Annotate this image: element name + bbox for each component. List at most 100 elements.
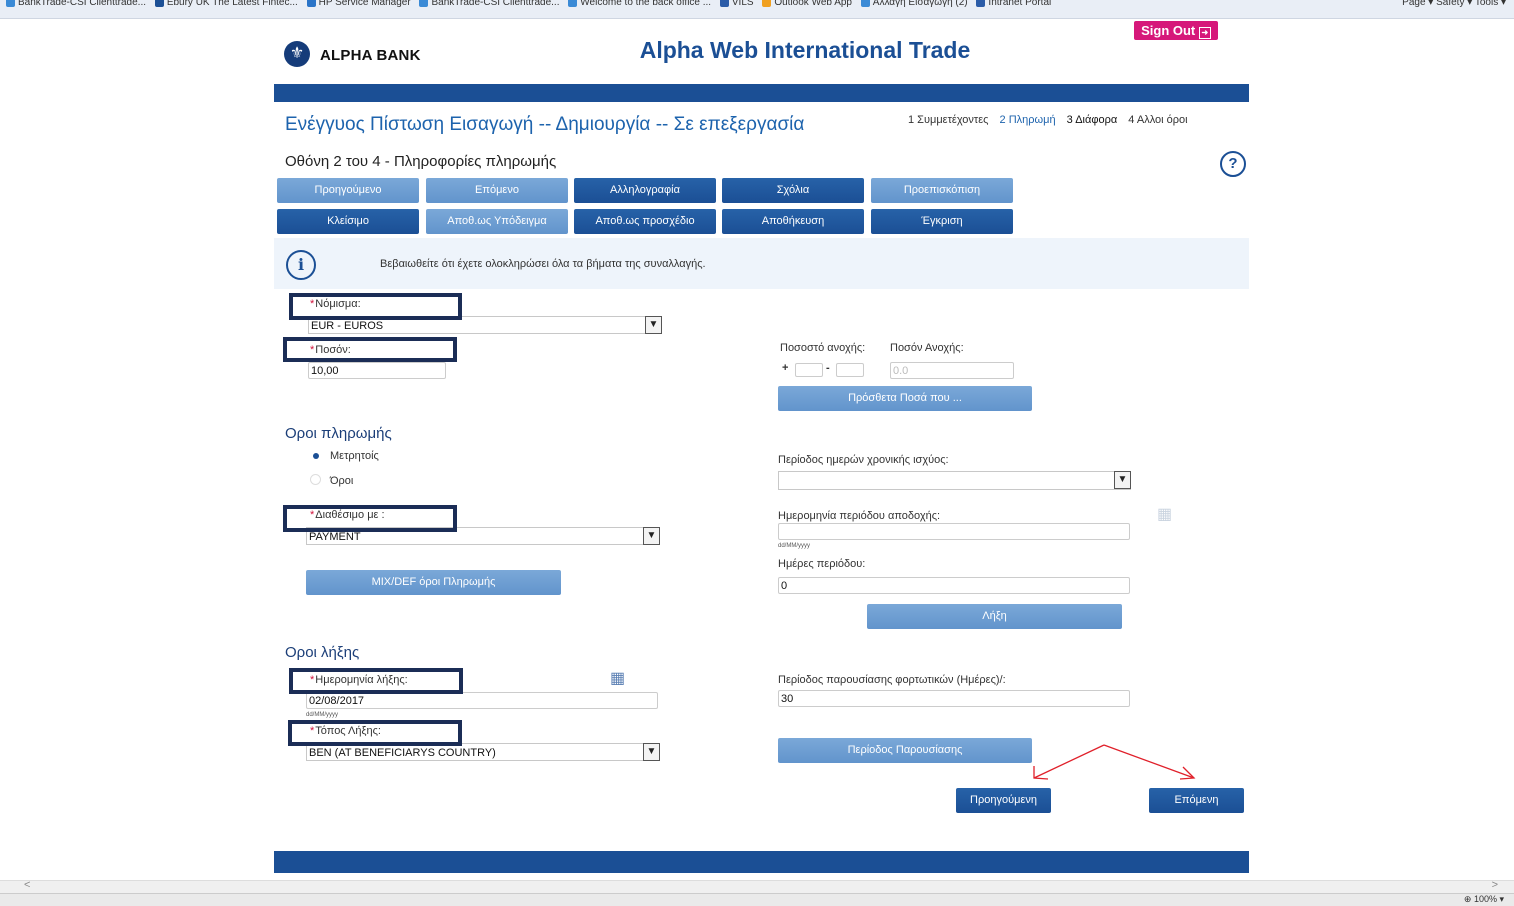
chevron-down-icon[interactable]: ▼ (643, 527, 660, 545)
save-as-draft-button[interactable]: Αποθ.ως προσχέδιο (574, 209, 716, 234)
step-other-terms[interactable]: 4 Αλλοι όροι (1128, 114, 1187, 126)
preview-button[interactable]: Προεπισκόπιση (871, 178, 1013, 203)
favorite-link[interactable]: Αλλαγή Εισαγωγή (2) (860, 0, 968, 8)
tolerance-minus-input[interactable] (836, 363, 864, 377)
favorite-label: BankTrade-CSI Clienttrade... (431, 0, 560, 8)
zoom-level: 100% (1473, 894, 1497, 904)
comments-button[interactable]: Σχόλια (722, 178, 864, 203)
amount-input[interactable]: 10,00 (308, 362, 446, 379)
page-title: Ενέγγυος Πίστωση Εισαγωγή -- Δημιουργία … (285, 114, 805, 135)
favorite-link[interactable]: Ebury UK The Latest Fintec... (154, 0, 298, 8)
favorite-link[interactable]: Outlook Web App (762, 0, 852, 8)
screen-title: Οθόνη 2 του 4 - Πληροφορίες πληρωμής (285, 153, 557, 170)
calendar-icon[interactable]: ▦ (1157, 507, 1172, 523)
favorite-label: Welcome to the back office ... (580, 0, 712, 8)
favorite-label: VILS (731, 0, 754, 8)
favorite-link[interactable]: BankTrade-CSI Clienttrade... (6, 0, 147, 8)
presentation-period-label: Περίοδος παρουσίασης φορτωτικών (Ημέρες)… (778, 674, 1006, 686)
zoom-control[interactable]: ⊕ 100% ▾ (1464, 894, 1504, 905)
favorite-label: BankTrade-CSI Clienttrade... (18, 0, 147, 8)
tolerance-amount-input[interactable]: 0.0 (890, 362, 1014, 379)
validity-period-select[interactable]: ▼ (778, 471, 1131, 490)
tolerance-plus-input[interactable] (795, 363, 823, 377)
next-page-button[interactable]: Επόμενη (1149, 788, 1244, 813)
horizontal-scrollbar[interactable]: < > (0, 879, 1514, 893)
acceptance-date-input[interactable] (778, 523, 1130, 540)
tolerance-percent-label: Ποσοστό ανοχής: (780, 342, 866, 354)
next-button[interactable]: Επόμενο (426, 178, 568, 203)
annotation-box (289, 668, 463, 694)
currency-value: EUR - EUROS (311, 320, 384, 332)
arrow-to-previous (1033, 744, 1105, 779)
step-payment[interactable]: 2 Πληρωμή (1000, 114, 1056, 126)
expiry-place-value: BEN (AT BENEFICIARYS COUNTRY) (309, 747, 496, 759)
favorite-link[interactable]: Intranet Portal (976, 0, 1052, 8)
sign-out-button[interactable]: Sign Out ➜ (1134, 21, 1218, 40)
radio-terms[interactable] (310, 474, 321, 485)
exit-icon: ➜ (1198, 27, 1211, 39)
help-icon[interactable]: ? (1220, 151, 1246, 177)
wizard-steps: 1 Συμμετέχοντες 2 Πληρωμή 3 Διάφορα 4 Αλ… (908, 114, 1196, 126)
date-format-hint: dd/MM/yyyy (306, 712, 339, 718)
favorite-link[interactable]: HP Service Manager (306, 0, 411, 8)
arrow-to-next (1103, 744, 1195, 779)
chevron-down-icon[interactable]: ▼ (645, 316, 662, 334)
period-days-input[interactable]: 0 (778, 577, 1130, 594)
save-button[interactable]: Αποθήκευση (722, 209, 864, 234)
plus-sign: + (782, 362, 789, 374)
footer-bar (274, 851, 1249, 873)
approve-button[interactable]: Έγκριση (871, 209, 1013, 234)
expiry-date-input[interactable]: 02/08/2017 (306, 692, 658, 709)
favorite-link[interactable]: BankTrade-CSI Clienttrade... (419, 0, 560, 8)
radio-cash[interactable] (310, 450, 321, 461)
previous-page-button[interactable]: Προηγούμενη (956, 788, 1051, 813)
previous-button[interactable]: Προηγούμενο (277, 178, 419, 203)
available-with-value: PAYMENT (309, 531, 361, 543)
correspondence-button[interactable]: Αλληλογραφία (574, 178, 716, 203)
annotation-box (283, 505, 457, 532)
chevron-down-icon[interactable]: ▼ (1114, 471, 1131, 489)
validity-period-label: Περίοδος ημερών χρονικής ισχύος: (778, 454, 949, 466)
chevron-down-icon[interactable]: ▼ (643, 743, 660, 761)
browser-favorites-bar: BankTrade-CSI Clienttrade... Ebury UK Th… (0, 0, 1514, 19)
annotation-box (288, 720, 462, 746)
annotation-box (283, 337, 457, 362)
annotation-box (289, 293, 462, 320)
annotation-arrows (1033, 744, 1196, 780)
date-format-hint: dd/MM/yyyy (778, 543, 811, 549)
period-days-label: Ημέρες περιόδου: (778, 558, 866, 570)
zoom-icon: ⊕ (1463, 894, 1474, 904)
tolerance-amount-label: Ποσόν Ανοχής: (890, 342, 964, 354)
radio-terms-label: Όροι (330, 475, 354, 487)
scroll-right-icon[interactable]: > (1492, 879, 1498, 891)
sign-out-label: Sign Out (1141, 23, 1196, 38)
info-icon: i (286, 250, 316, 280)
calendar-icon[interactable]: ▦ (610, 671, 625, 687)
expiry-button[interactable]: Λήξη (867, 604, 1122, 629)
browser-status-bar (0, 893, 1514, 906)
save-as-template-button[interactable]: Αποθ.ως Υπόδειγμα (426, 209, 568, 234)
alpha-bank-logo-icon: ⚜ (284, 41, 310, 67)
payment-terms-heading: Οροι πληρωμής (285, 425, 392, 442)
scroll-left-icon[interactable]: < (24, 879, 30, 891)
close-button[interactable]: Κλείσιμο (277, 209, 419, 234)
minus-sign: - (826, 362, 830, 374)
presentation-period-input[interactable]: 30 (778, 690, 1130, 707)
favorite-label: Intranet Portal (988, 0, 1052, 8)
favorite-label: Αλλαγή Εισαγωγή (2) (872, 0, 968, 8)
expiry-terms-heading: Οροι λήξης (285, 644, 360, 661)
browser-tools-menu[interactable]: Page ▾ Safety ▾ Tools ▾ (1402, 0, 1506, 8)
favorite-label: HP Service Manager (318, 0, 411, 8)
favorite-link[interactable]: Welcome to the back office ... (568, 0, 712, 8)
presentation-period-button[interactable]: Περίοδος Παρουσίασης (778, 738, 1032, 763)
favorite-label: Outlook Web App (774, 0, 852, 8)
header-bar (274, 84, 1249, 102)
app-title: Alpha Web International Trade (639, 37, 971, 63)
additional-amounts-button[interactable]: Πρόσθετα Ποσά που ... (778, 386, 1032, 411)
favorite-link[interactable]: VILS (719, 0, 754, 8)
step-participants[interactable]: 1 Συμμετέχοντες (908, 114, 988, 126)
step-misc[interactable]: 3 Διάφορα (1067, 114, 1118, 126)
radio-cash-label: Μετρητοίς (330, 450, 379, 462)
favorite-label: Ebury UK The Latest Fintec... (166, 0, 298, 8)
mixdef-payment-terms-button[interactable]: MIX/DEF όροι Πληρωμής (306, 570, 561, 595)
